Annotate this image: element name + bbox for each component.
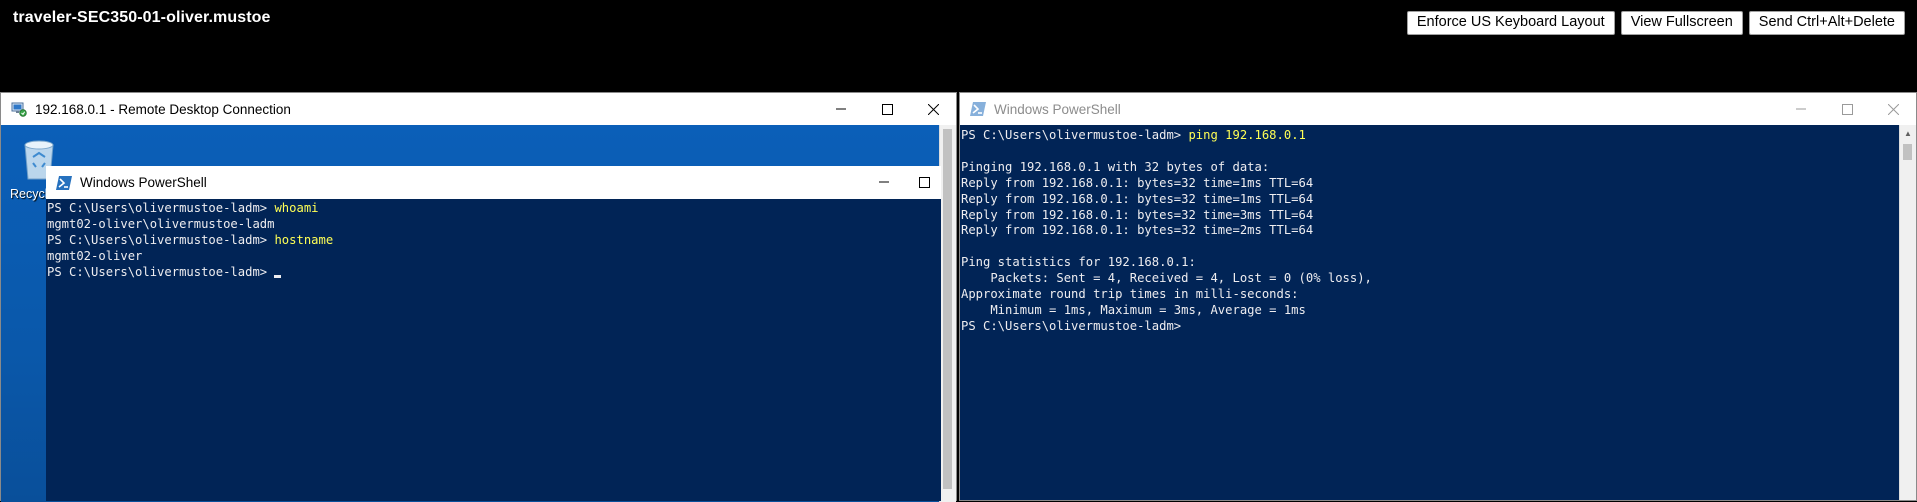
powershell-icon	[970, 102, 986, 116]
console-prompt: PS C:\Users\olivermustoe-ladm>	[47, 264, 275, 279]
view-fullscreen-button[interactable]: View Fullscreen	[1620, 11, 1743, 35]
powershell-console[interactable]: PS C:\Users\olivermustoe-ladm> ping 192.…	[960, 125, 1900, 500]
console-output: mgmt02-oliver\olivermustoe-ladm	[47, 216, 275, 231]
console-command: hostname	[274, 232, 334, 247]
console-command: ping 192.168.0.1	[1188, 128, 1306, 142]
session-toolbar: Enforce US Keyboard Layout View Fullscre…	[1406, 11, 1905, 35]
console-output: mgmt02-oliver	[47, 248, 143, 263]
rdp-titlebar[interactable]: 192.168.0.1 - Remote Desktop Connection	[1, 93, 956, 125]
console-command: whoami	[274, 201, 319, 215]
inner-powershell-title: Windows PowerShell	[80, 175, 207, 190]
enforce-us-keyboard-button[interactable]: Enforce US Keyboard Layout	[1406, 11, 1615, 35]
minimize-button[interactable]	[818, 93, 864, 125]
minimize-icon	[1796, 108, 1806, 110]
remote-desktop-icon	[11, 102, 27, 117]
inner-maximize-button[interactable]	[907, 166, 941, 198]
powershell-titlebar[interactable]: Windows PowerShell	[960, 93, 1916, 125]
text-cursor	[274, 274, 282, 278]
recycle-bin-label: Recycl	[10, 187, 48, 201]
rdp-window-title: 192.168.0.1 - Remote Desktop Connection	[35, 101, 291, 117]
close-button[interactable]	[1870, 93, 1916, 125]
maximize-button[interactable]	[864, 93, 910, 125]
powershell-window[interactable]: Windows PowerShell PS C:\Users\olivermus…	[959, 92, 1917, 501]
inner-powershell-window[interactable]: Windows PowerShell PS C:\Users\olivermus…	[46, 166, 941, 501]
console-prompt: PS C:\Users\olivermustoe-ladm>	[47, 201, 275, 215]
powershell-icon	[56, 175, 72, 190]
minimize-icon	[879, 181, 889, 183]
powershell-scroll-thumb[interactable]	[1903, 144, 1912, 160]
close-icon	[927, 103, 939, 115]
inner-powershell-titlebar[interactable]: Windows PowerShell	[46, 166, 941, 199]
maximize-icon	[881, 103, 893, 115]
ping-output: Pinging 192.168.0.1 with 32 bytes of dat…	[961, 159, 1372, 333]
powershell-window-title: Windows PowerShell	[994, 101, 1121, 117]
maximize-icon	[919, 176, 930, 188]
send-ctrl-alt-delete-button[interactable]: Send Ctrl+Alt+Delete	[1748, 11, 1905, 35]
console-prompt: PS C:\Users\olivermustoe-ladm>	[961, 128, 1189, 142]
scroll-up-arrow-icon[interactable]: ▲	[1900, 125, 1916, 141]
rdp-scroll-thumb[interactable]	[943, 129, 952, 489]
inner-powershell-console[interactable]: PS C:\Users\olivermustoe-ladm> whoami mg…	[46, 199, 941, 501]
inner-minimize-button[interactable]	[861, 166, 907, 198]
rdp-vertical-scrollbar[interactable]	[939, 125, 956, 502]
minimize-button[interactable]	[1778, 93, 1824, 125]
maximize-button[interactable]	[1824, 93, 1870, 125]
console-prompt: PS C:\Users\olivermustoe-ladm>	[47, 232, 275, 247]
close-icon	[1887, 103, 1899, 115]
powershell-vertical-scrollbar[interactable]: ▲	[1899, 125, 1916, 500]
close-button[interactable]	[910, 93, 956, 125]
session-title: traveler-SEC350-01-oliver.mustoe	[13, 9, 271, 26]
minimize-icon	[836, 108, 846, 110]
maximize-icon	[1841, 103, 1853, 115]
inner-terminal-text: PS C:\Users\olivermustoe-ladm> whoami mg…	[47, 201, 941, 281]
terminal-text: PS C:\Users\olivermustoe-ladm> ping 192.…	[961, 128, 1900, 335]
